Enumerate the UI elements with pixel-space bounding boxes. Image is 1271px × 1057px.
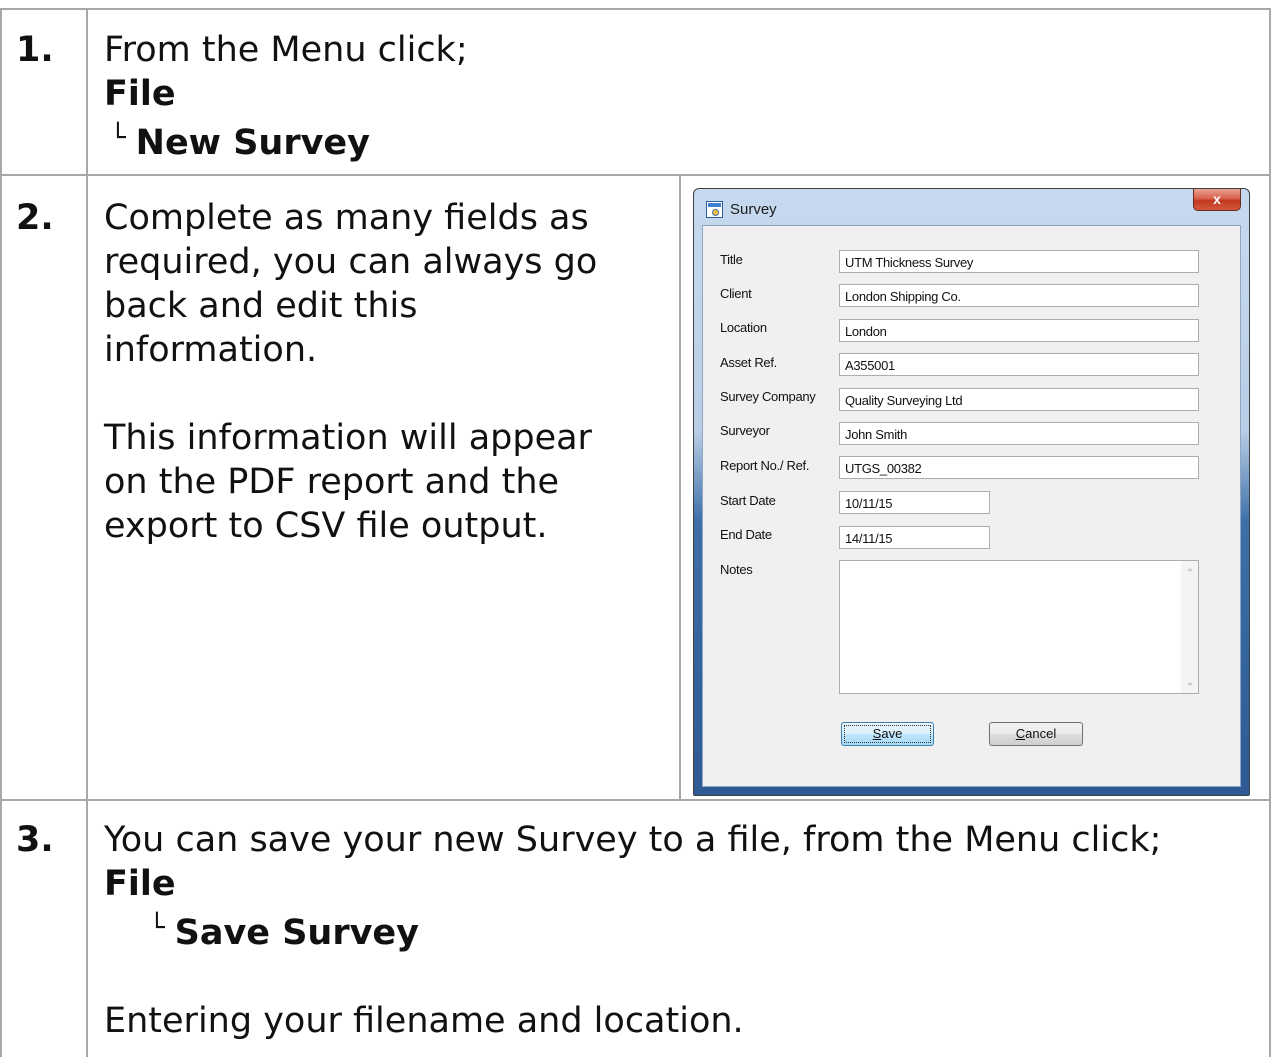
step-2-line: export to CSV file output.: [104, 506, 548, 546]
step-3-menu-file: File: [104, 864, 176, 904]
step-3-instruction: You can save your new Survey to a file, …: [104, 820, 1162, 860]
instruction-table: 1. From the Menu click; File └ New Survey…: [0, 0, 1271, 1057]
step-number-3: 3.: [16, 820, 54, 860]
save-button[interactable]: Save: [841, 722, 934, 746]
asset-ref-input[interactable]: A355001: [839, 353, 1199, 376]
step-1-submenu: └ New Survey: [104, 116, 468, 165]
notes-textarea[interactable]: [839, 560, 1199, 694]
scroll-down-arrow-icon[interactable]: [1187, 683, 1193, 686]
step-2-line: information.: [104, 330, 318, 370]
field-label-client: Client: [720, 286, 752, 301]
field-label-end-date: End Date: [720, 527, 772, 542]
client-input[interactable]: London Shipping Co.: [839, 284, 1199, 307]
focus-rectangle: [844, 725, 931, 743]
step-3-spacer: [104, 955, 1161, 999]
window-app-icon: [706, 201, 723, 218]
field-label-start-date: Start Date: [720, 493, 776, 508]
step-2-line: required, you can always go: [104, 242, 598, 282]
dialog-client-area: Title UTM Thickness Survey Client London…: [702, 225, 1241, 787]
survey-dialog: Survey x Title UTM Thickness Survey Clie…: [693, 188, 1250, 796]
field-label-report-no: Report No./ Ref.: [720, 458, 810, 473]
tree-branch-glyph: └: [110, 123, 126, 153]
field-label-title: Title: [720, 252, 743, 267]
location-input[interactable]: London: [839, 319, 1199, 342]
step-2-line: This information will appear: [104, 418, 592, 458]
table-border-left: [0, 8, 2, 1057]
field-label-asset-ref: Asset Ref.: [720, 355, 777, 370]
step-2-text: Complete as many fields as required, you…: [104, 196, 597, 548]
step-number-1: 1.: [16, 30, 54, 70]
cancel-mnemonic: C: [1015, 726, 1026, 741]
notes-scrollbar[interactable]: [1181, 561, 1198, 693]
step-2-line: Complete as many fields as: [104, 198, 589, 238]
table-border-top: [0, 8, 1271, 10]
step-3-text: You can save your new Survey to a file, …: [104, 818, 1161, 1043]
step-3-submenu-label: Save Survey: [174, 913, 419, 953]
title-input[interactable]: UTM Thickness Survey: [839, 250, 1199, 273]
step-1-submenu-label: New Survey: [135, 123, 370, 163]
cancel-label: ancel: [1025, 726, 1057, 741]
end-date-input[interactable]: 14/11/15: [839, 526, 990, 549]
step-2-line: back and edit this: [104, 286, 418, 326]
field-label-location: Location: [720, 320, 767, 335]
step-2-line: on the PDF report and the: [104, 462, 560, 502]
close-button[interactable]: x: [1193, 189, 1241, 211]
report-no-input[interactable]: UTGS_00382: [839, 456, 1199, 479]
dialog-title: Survey: [730, 201, 777, 218]
step-3-footer: Entering your filename and location.: [104, 1001, 744, 1041]
table-border-row1: [0, 174, 1271, 176]
survey-company-input[interactable]: Quality Surveying Ltd: [839, 388, 1199, 411]
cancel-button[interactable]: Cancel: [989, 722, 1083, 746]
step-3-submenu: └ Save Survey: [104, 906, 1161, 955]
step-number-2: 2.: [16, 198, 54, 238]
table-border-row2: [0, 799, 1271, 801]
field-label-survey-company: Survey Company: [720, 389, 816, 404]
dialog-titlebar[interactable]: Survey x: [694, 189, 1249, 229]
step-1-text: From the Menu click; File └ New Survey: [104, 28, 468, 165]
scroll-up-arrow-icon[interactable]: [1187, 568, 1193, 571]
table-border-number-col: [86, 8, 88, 1057]
step-1-instruction: From the Menu click;: [104, 30, 468, 70]
table-border-image-col: [679, 175, 681, 800]
step-2-spacer: [104, 372, 597, 416]
field-label-notes: Notes: [720, 562, 753, 577]
step-1-menu-file: File: [104, 74, 176, 114]
tree-branch-glyph: └: [149, 913, 165, 943]
surveyor-input[interactable]: John Smith: [839, 422, 1199, 445]
start-date-input[interactable]: 10/11/15: [839, 491, 990, 514]
field-label-surveyor: Surveyor: [720, 423, 770, 438]
